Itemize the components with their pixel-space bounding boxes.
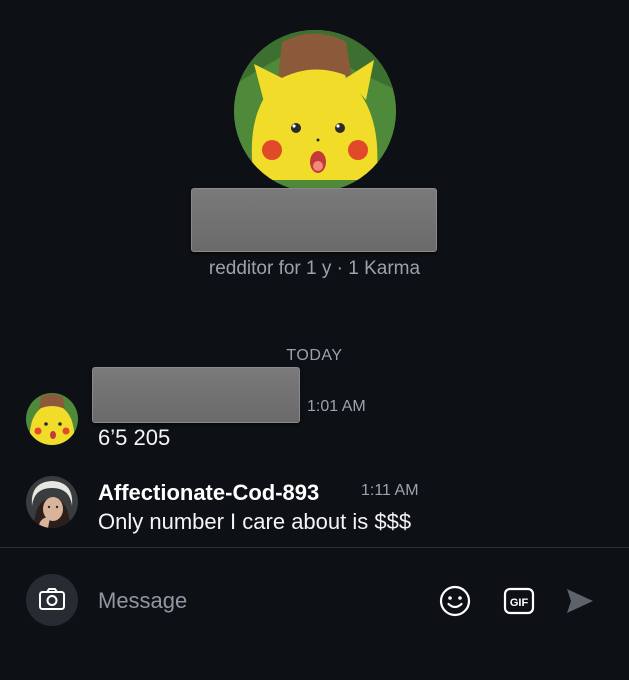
chat-screen: redditor for 1 y · 1 Karma TODAY 1:01 AM…: [0, 0, 629, 680]
message-input[interactable]: [98, 584, 418, 618]
profile-meta: redditor for 1 y · 1 Karma: [208, 258, 421, 279]
pikachu-avatar-image: [234, 30, 396, 192]
sender-avatar[interactable]: [26, 393, 78, 445]
message-text: Only number I care about is $$$: [98, 509, 412, 534]
message-timestamp: 1:11 AM: [361, 482, 419, 499]
gif-icon: GIF: [503, 587, 535, 615]
message-timestamp: 1:01 AM: [307, 398, 366, 415]
sender-username[interactable]: Affectionate-Cod-893: [98, 480, 319, 506]
camera-icon: [39, 588, 65, 610]
pikachu-avatar-image: [26, 393, 78, 445]
smiley-icon: [439, 585, 471, 617]
sender-avatar[interactable]: [26, 476, 78, 528]
send-icon: [567, 589, 593, 613]
date-divider: TODAY: [286, 347, 343, 364]
message-text: 6’5 205: [98, 425, 171, 450]
svg-text:GIF: GIF: [510, 597, 529, 609]
redacted-username-block: [191, 188, 437, 252]
composer-divider: [0, 547, 629, 548]
camera-button[interactable]: [26, 574, 78, 626]
profile-avatar[interactable]: [234, 30, 396, 192]
user-photo-avatar-image: [26, 476, 78, 528]
send-button[interactable]: [561, 583, 597, 619]
emoji-button[interactable]: [437, 583, 473, 619]
gif-button[interactable]: GIF: [501, 583, 537, 619]
redacted-sender-name: [92, 367, 300, 423]
